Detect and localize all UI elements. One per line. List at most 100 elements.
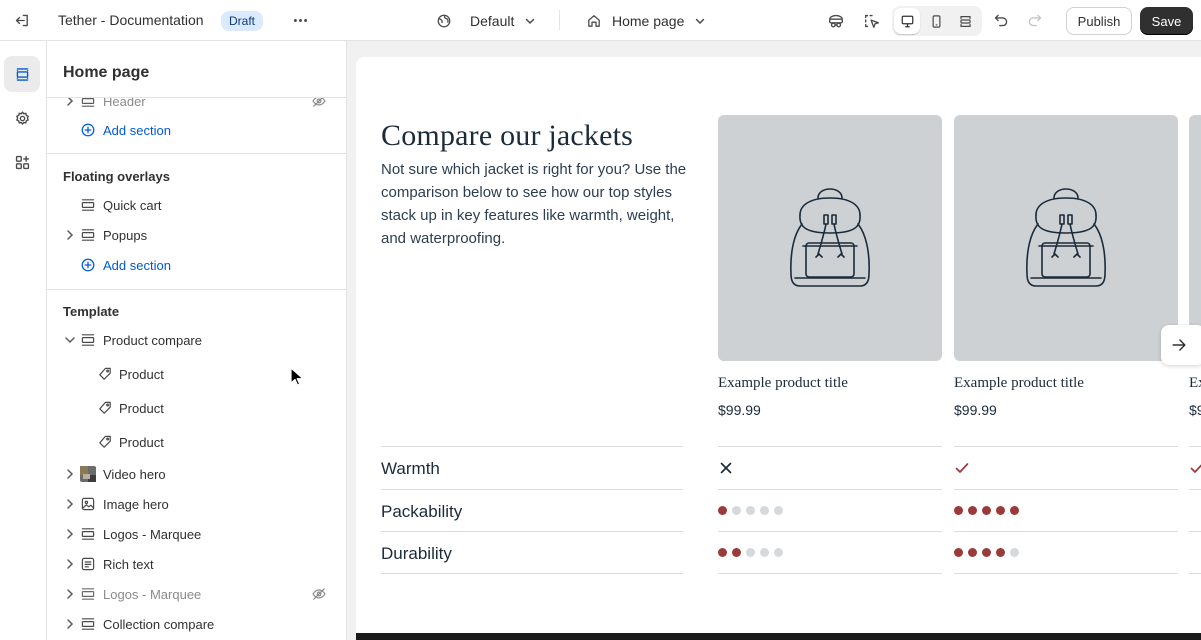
theme-selector[interactable]: Default bbox=[436, 7, 536, 35]
divider bbox=[47, 289, 346, 290]
text-icon bbox=[80, 556, 96, 572]
section-item-label: Image hero bbox=[103, 497, 169, 512]
rating-dots bbox=[1189, 548, 1201, 557]
globe-icon bbox=[436, 13, 452, 29]
device-toggle bbox=[892, 6, 982, 36]
section-item-video-hero[interactable]: Video hero bbox=[47, 459, 346, 489]
more-actions-icon[interactable] bbox=[291, 12, 310, 29]
divider bbox=[718, 446, 942, 447]
save-button[interactable]: Save bbox=[1140, 7, 1193, 35]
divider bbox=[1189, 489, 1201, 490]
home-icon bbox=[586, 13, 602, 29]
divider bbox=[954, 489, 1178, 490]
chevron-down-icon bbox=[694, 15, 706, 27]
divider bbox=[954, 446, 1178, 447]
rating-dot-empty bbox=[774, 506, 783, 515]
rating-dot-filled bbox=[996, 548, 1005, 557]
desktop-view-icon[interactable] bbox=[894, 8, 920, 34]
divider bbox=[1189, 573, 1201, 574]
compare-description: Not sure which jacket is right for you? … bbox=[381, 161, 687, 247]
chevron-right-icon[interactable] bbox=[63, 497, 77, 511]
mouse-cursor-icon bbox=[290, 367, 304, 387]
rating-dot-empty bbox=[774, 548, 783, 557]
section-item-image-hero[interactable]: Image hero bbox=[47, 489, 346, 519]
video-thumbnail-icon bbox=[80, 466, 96, 482]
select-element-icon[interactable] bbox=[863, 12, 881, 30]
carousel-next-button[interactable] bbox=[1161, 325, 1201, 365]
add-section-button[interactable]: Add section bbox=[47, 115, 346, 145]
section-item-quick-cart[interactable]: Quick cart bbox=[47, 190, 346, 220]
product-image[interactable] bbox=[954, 115, 1178, 361]
mobile-view-icon[interactable] bbox=[923, 8, 949, 34]
status-badge: Draft bbox=[221, 11, 264, 31]
group-title-template: Template bbox=[63, 304, 120, 319]
section-item-collection-compare[interactable]: Collection compare bbox=[47, 609, 346, 639]
check-icon bbox=[954, 460, 970, 476]
section-icon bbox=[80, 227, 96, 243]
section-item-logos-marquee-hidden[interactable]: Logos - Marquee bbox=[47, 579, 346, 609]
publish-button[interactable]: Publish bbox=[1066, 7, 1132, 35]
divider bbox=[718, 489, 942, 490]
sections-icon[interactable] bbox=[4, 56, 40, 92]
product-title[interactable]: Example product title bbox=[954, 375, 1084, 392]
page-selector[interactable]: Home page bbox=[586, 7, 706, 35]
product-title[interactable]: Example product title bbox=[1189, 375, 1201, 392]
undo-icon[interactable] bbox=[993, 12, 1010, 29]
divider bbox=[1189, 446, 1201, 447]
theme-inspector-icon[interactable] bbox=[827, 12, 845, 30]
rating-dots bbox=[954, 506, 1019, 515]
rating-dot-filled bbox=[968, 506, 977, 515]
chevron-down-icon[interactable] bbox=[63, 333, 77, 347]
redo-icon[interactable] bbox=[1026, 12, 1043, 29]
exit-icon[interactable] bbox=[14, 12, 31, 29]
gear-icon[interactable] bbox=[4, 100, 40, 136]
compare-heading: Compare our jackets bbox=[381, 119, 634, 152]
theme-selector-label: Default bbox=[470, 13, 515, 29]
rating-dot-empty bbox=[746, 506, 755, 515]
apps-icon[interactable] bbox=[4, 144, 40, 180]
block-item-product[interactable]: Product bbox=[47, 427, 346, 457]
section-item-label: Quick cart bbox=[103, 198, 162, 213]
backpack-icon bbox=[1026, 188, 1106, 287]
divider bbox=[1189, 531, 1201, 532]
group-title-floating-overlays: Floating overlays bbox=[63, 169, 170, 184]
rating-dot-filled bbox=[982, 548, 991, 557]
check-icon bbox=[1189, 460, 1201, 476]
rating-dots bbox=[718, 548, 783, 557]
section-item-logos-marquee[interactable]: Logos - Marquee bbox=[47, 519, 346, 549]
tag-icon bbox=[97, 366, 113, 382]
full-width-view-icon[interactable] bbox=[952, 8, 978, 34]
product-title[interactable]: Example product title bbox=[718, 375, 848, 392]
rating-dots bbox=[718, 506, 783, 515]
product-image[interactable] bbox=[718, 115, 942, 361]
rating-dot-filled bbox=[982, 506, 991, 515]
plus-circle-icon bbox=[80, 257, 96, 273]
chevron-right-icon[interactable] bbox=[63, 228, 77, 242]
chevron-right-icon[interactable] bbox=[63, 557, 77, 571]
eye-hidden-icon[interactable] bbox=[311, 586, 327, 602]
section-item-rich-text[interactable]: Rich text bbox=[47, 549, 346, 579]
chevron-right-icon[interactable] bbox=[63, 467, 77, 481]
section-icon bbox=[80, 197, 96, 213]
section-item-label: Product compare bbox=[103, 333, 202, 348]
section-item-label: Collection compare bbox=[103, 617, 215, 632]
section-item-popups[interactable]: Popups bbox=[47, 220, 346, 250]
chevron-right-icon[interactable] bbox=[63, 617, 77, 631]
sidebar-title: Home page bbox=[63, 64, 150, 81]
chevron-right-icon[interactable] bbox=[63, 587, 77, 601]
rating-dot-filled bbox=[954, 548, 963, 557]
sidebar-header: Home page bbox=[47, 41, 346, 98]
add-section-button[interactable]: Add section bbox=[47, 250, 346, 280]
rating-dot-empty bbox=[732, 506, 741, 515]
feature-label-warmth: Warmth bbox=[381, 459, 440, 478]
tag-icon bbox=[97, 434, 113, 450]
rating-dots bbox=[954, 548, 1019, 557]
divider bbox=[718, 573, 942, 574]
chevron-right-icon[interactable] bbox=[63, 527, 77, 541]
divider bbox=[381, 531, 683, 532]
rating-dot-filled bbox=[718, 548, 727, 557]
feature-label-durability: Durability bbox=[381, 544, 452, 563]
block-item-product[interactable]: Product bbox=[47, 393, 346, 423]
section-item-product-compare[interactable]: Product compare bbox=[47, 325, 346, 355]
backpack-icon bbox=[790, 188, 870, 287]
